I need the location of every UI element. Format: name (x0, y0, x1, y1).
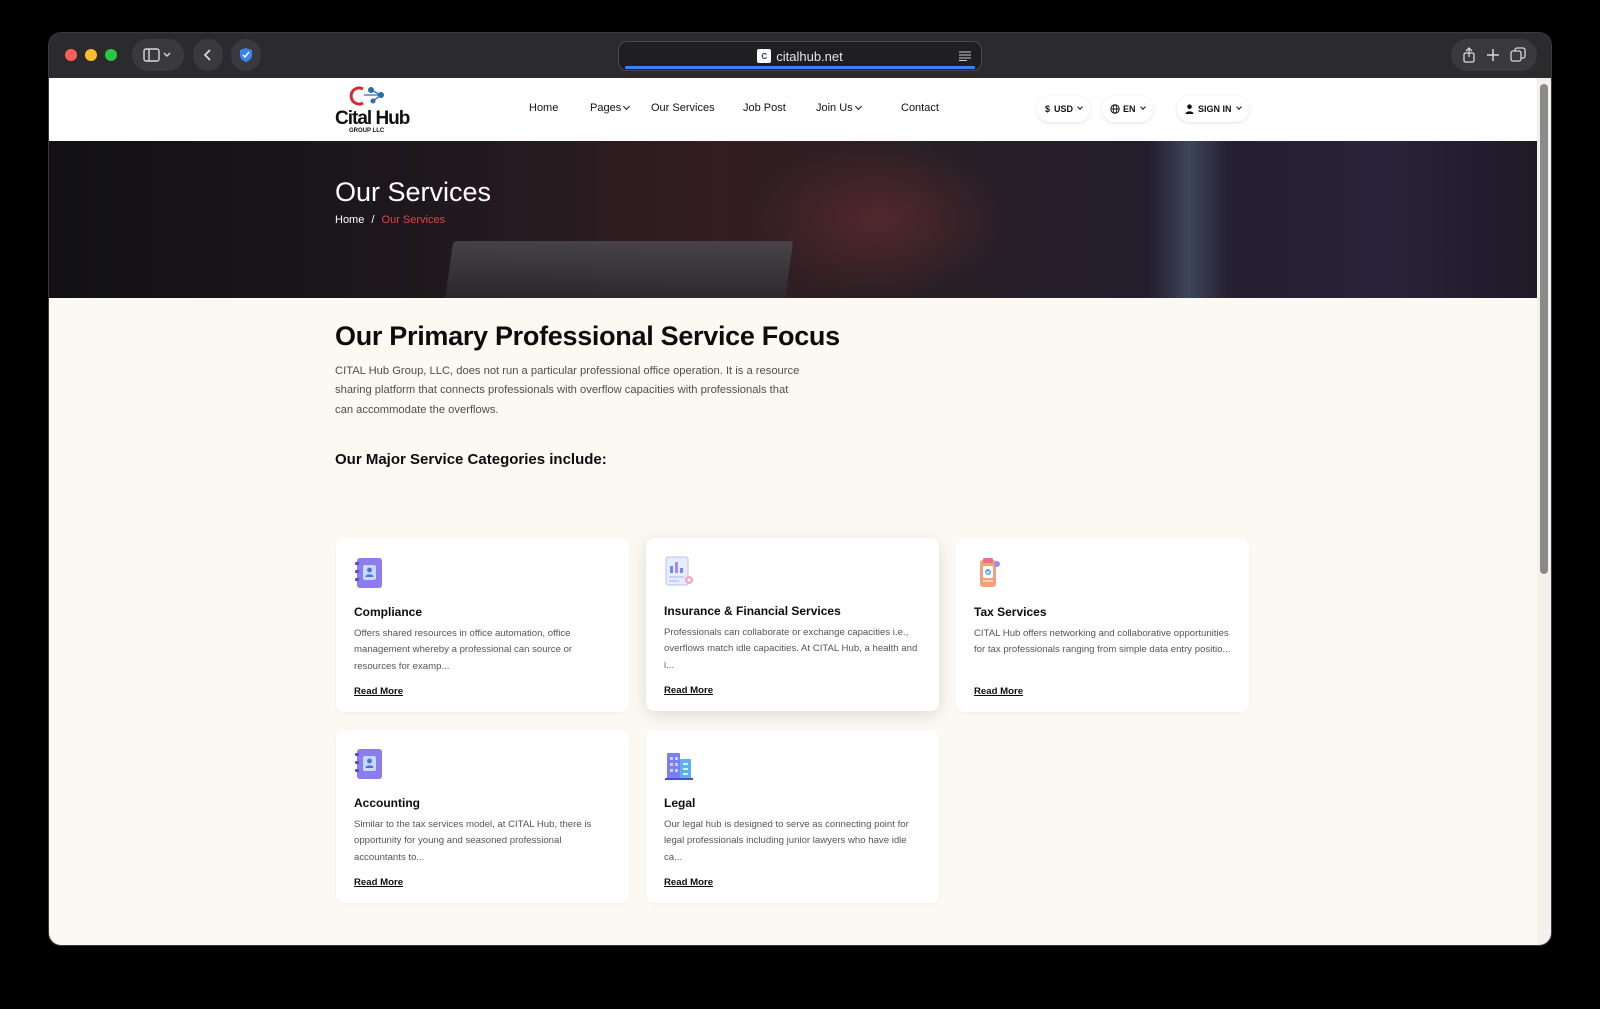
logo-mark-icon (349, 86, 384, 106)
breadcrumb-current: Our Services (381, 214, 446, 226)
share-icon[interactable] (1462, 47, 1476, 63)
language-selector[interactable]: EN (1102, 96, 1153, 122)
reader-mode-icon[interactable] (959, 51, 971, 61)
sign-in-button[interactable]: SIGN IN (1177, 96, 1249, 122)
card-description: Our legal hub is designed to serve as co… (664, 819, 909, 863)
globe-icon (1110, 104, 1120, 114)
card-title: Compliance (354, 605, 423, 619)
chevron-down-icon (623, 102, 631, 111)
close-window-button[interactable] (65, 49, 77, 61)
binder-icon (355, 749, 382, 779)
breadcrumb-separator: / (371, 214, 375, 226)
section-subtitle: Our Major Service Categories include: (335, 451, 607, 468)
nav-contact[interactable]: Contact (901, 102, 939, 114)
shield-icon (240, 48, 252, 62)
nav-job-post[interactable]: Job Post (743, 102, 786, 114)
browser-toolbar: C citalhub.net (49, 33, 1551, 78)
logo-text: Cital Hub (335, 108, 410, 129)
logo-subtext: GROUP LLC (349, 128, 385, 134)
browser-window: C citalhub.net Cital Hub GROUP LLC Home (49, 33, 1551, 945)
privacy-shield-button[interactable] (231, 39, 261, 71)
nav-pages[interactable]: Pages (590, 102, 631, 114)
service-card-tax-services[interactable]: Tax Services CITAL Hub offers networking… (956, 539, 1249, 712)
nav-join-us-label: Join Us (816, 102, 853, 114)
nav-join-us[interactable]: Join Us (816, 102, 862, 114)
chevron-left-icon (203, 49, 211, 61)
report-chart-icon (665, 556, 693, 586)
section-description: CITAL Hub Group, LLC, does not run a par… (335, 365, 800, 416)
sidebar-toggle-button[interactable] (132, 39, 184, 71)
building-icon (665, 753, 693, 780)
card-title: Accounting (354, 796, 420, 810)
nav-our-services[interactable]: Our Services (651, 102, 715, 114)
chevron-down-icon (1235, 104, 1242, 110)
service-card-legal[interactable]: Legal Our legal hub is designed to serve… (646, 730, 939, 903)
tab-overview-icon[interactable] (1510, 47, 1526, 63)
card-description: Similar to the tax services model, at CI… (354, 819, 592, 863)
chevron-down-icon (1139, 104, 1146, 110)
tax-document-icon (980, 558, 1000, 587)
new-tab-icon[interactable] (1486, 48, 1500, 62)
binder-icon (355, 558, 382, 588)
card-title: Insurance & Financial Services (664, 604, 841, 618)
user-icon (1185, 104, 1194, 114)
minimize-window-button[interactable] (85, 49, 97, 61)
page-load-progress (625, 66, 975, 69)
site-header: Cital Hub GROUP LLC Home Pages Our Servi… (49, 78, 1537, 141)
read-more-link[interactable]: Read More (664, 877, 713, 888)
address-bar[interactable]: C citalhub.net (618, 41, 982, 71)
language-label: EN (1123, 104, 1136, 114)
nav-pages-label: Pages (590, 102, 622, 114)
breadcrumb: Home / Our Services (335, 214, 445, 226)
dollar-icon: $ (1045, 104, 1051, 114)
page-title: Our Services (335, 177, 492, 207)
url-text: citalhub.net (776, 48, 843, 64)
read-more-link[interactable]: Read More (974, 686, 1023, 697)
sign-in-label: SIGN IN (1198, 104, 1232, 114)
breadcrumb-home[interactable]: Home (335, 214, 364, 226)
card-title: Legal (664, 796, 696, 810)
chevron-down-icon (1077, 104, 1083, 110)
back-button[interactable] (193, 39, 223, 71)
page-hero-banner: Our Services Home / Our Services (49, 141, 1537, 298)
service-card-accounting[interactable]: Accounting Similar to the tax services m… (336, 730, 629, 903)
page-scrollbar[interactable] (1537, 78, 1551, 945)
web-page: Cital Hub GROUP LLC Home Pages Our Servi… (49, 78, 1537, 945)
sidebar-icon (143, 48, 171, 62)
currency-selector[interactable]: $ USD (1037, 96, 1091, 122)
hero-overlay (49, 141, 1537, 298)
service-card-insurance-financial[interactable]: Insurance & Financial Services Professio… (646, 538, 939, 711)
card-description: CITAL Hub offers networking and collabor… (974, 628, 1231, 656)
card-description: Offers shared resources in office automa… (354, 628, 573, 672)
read-more-link[interactable]: Read More (664, 685, 713, 696)
section-title: Our Primary Professional Service Focus (335, 321, 840, 351)
card-title: Tax Services (974, 605, 1047, 619)
site-logo[interactable]: Cital Hub GROUP LLC (335, 84, 411, 134)
toolbar-actions (1451, 39, 1537, 71)
card-description: Professionals can collaborate or exchang… (664, 627, 918, 671)
read-more-link[interactable]: Read More (354, 686, 403, 697)
site-favicon-icon: C (757, 49, 772, 63)
nav-home[interactable]: Home (529, 102, 558, 114)
zoom-window-button[interactable] (105, 49, 117, 61)
currency-label: USD (1054, 104, 1074, 114)
read-more-link[interactable]: Read More (354, 877, 403, 888)
scrollbar-thumb[interactable] (1540, 84, 1548, 574)
chevron-down-icon (854, 102, 862, 111)
service-card-compliance[interactable]: Compliance Offers shared resources in of… (336, 539, 629, 712)
